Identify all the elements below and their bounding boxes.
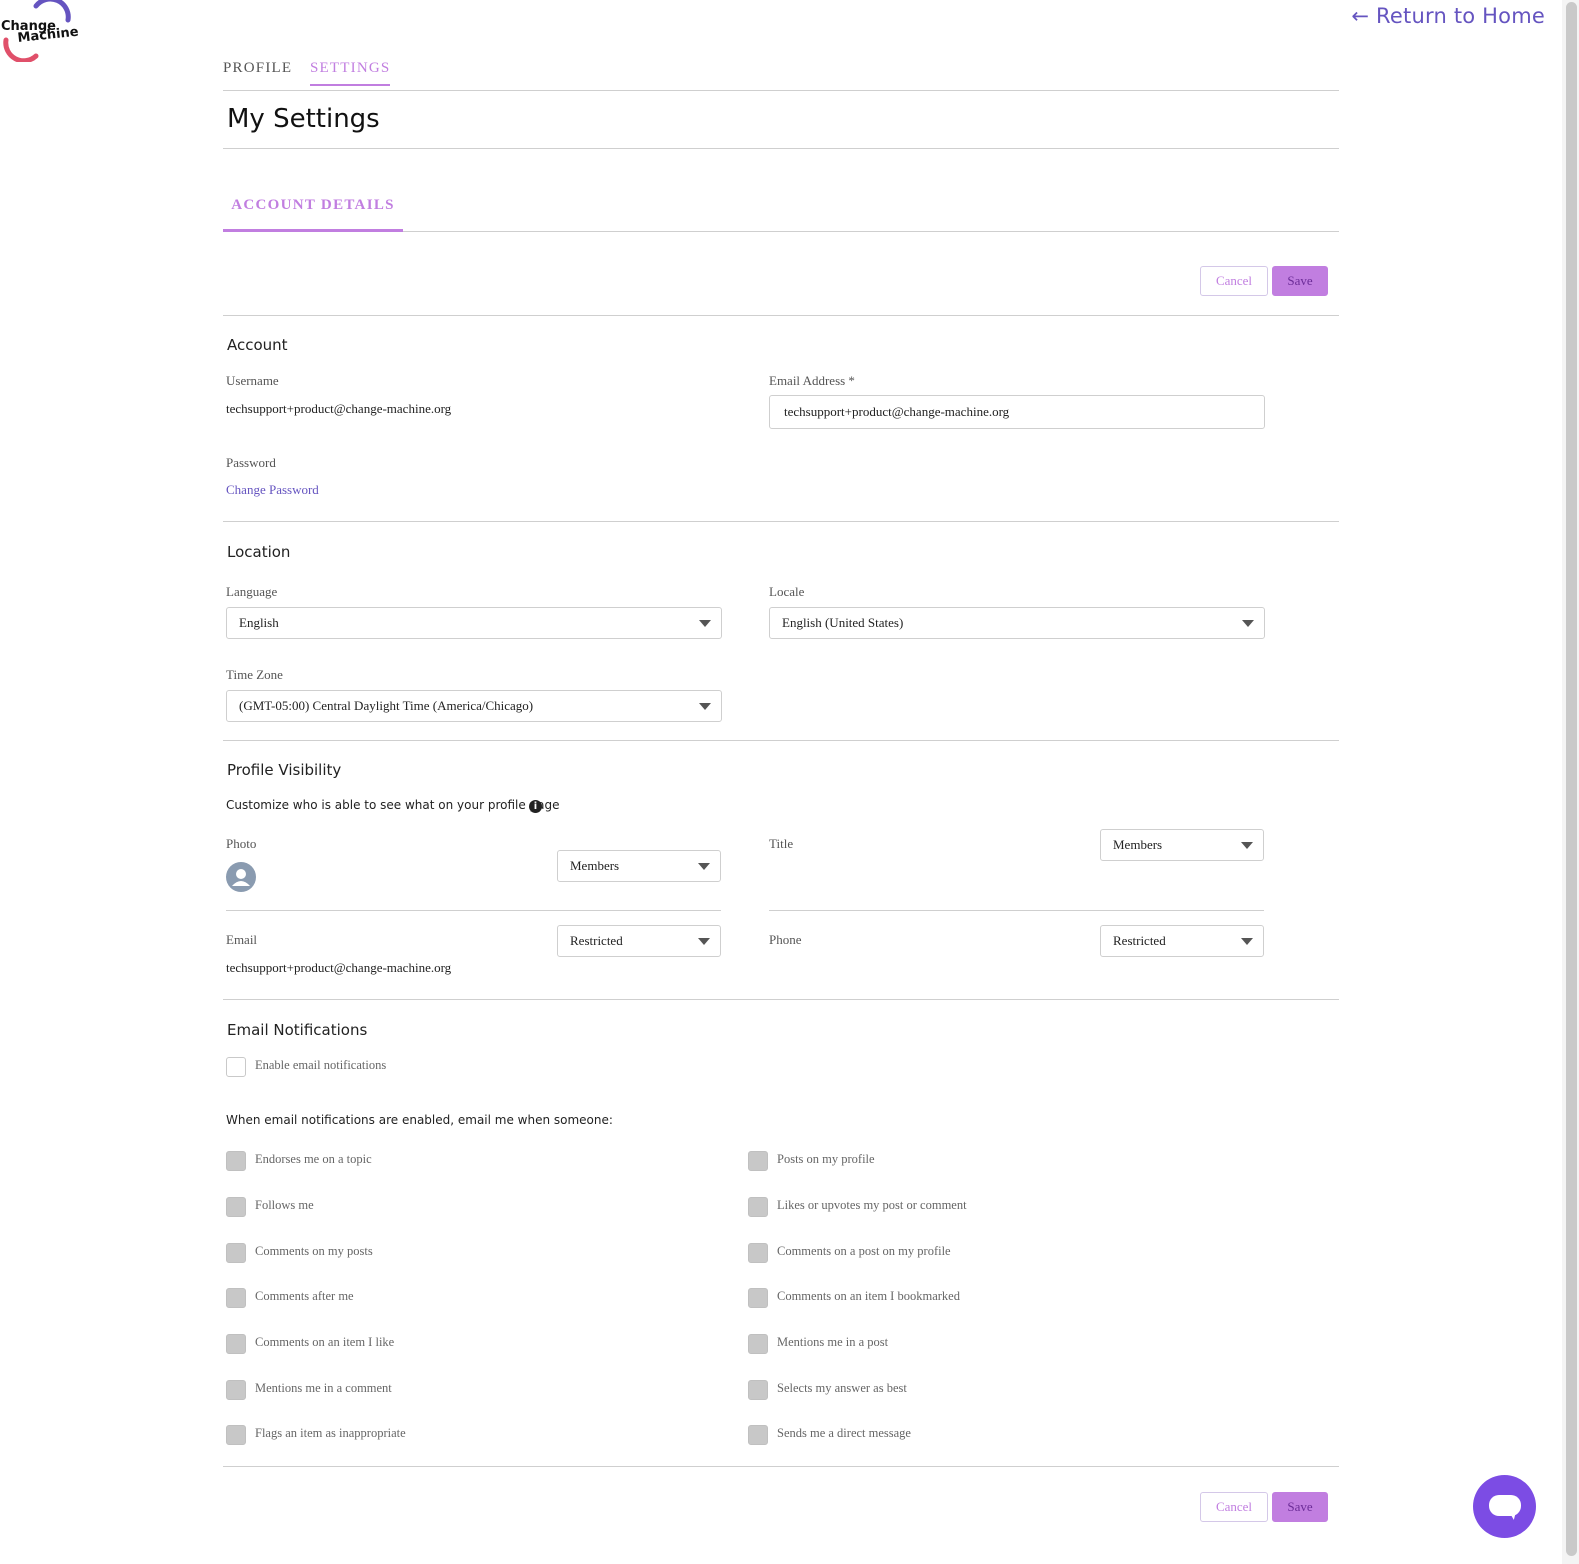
notify-label: Comments on my posts bbox=[255, 1244, 373, 1258]
divider bbox=[223, 999, 1339, 1000]
email-visibility-text: techsupport+product@change-machine.org bbox=[226, 960, 452, 975]
language-label: Language bbox=[226, 584, 278, 599]
notify-checkbox[interactable] bbox=[748, 1288, 768, 1308]
notify-label: Mentions me in a post bbox=[777, 1335, 889, 1349]
username-label: Username bbox=[226, 373, 279, 388]
notify-label: Comments after me bbox=[255, 1289, 354, 1303]
notify-label: Mentions me in a comment bbox=[255, 1381, 392, 1395]
notify-checkbox[interactable] bbox=[226, 1425, 246, 1445]
tab-profile[interactable]: PROFILE bbox=[223, 60, 292, 84]
enable-email-notifications-label[interactable]: Enable email notifications bbox=[255, 1058, 386, 1073]
notify-checkbox[interactable] bbox=[226, 1243, 246, 1263]
divider bbox=[223, 315, 1339, 316]
divider bbox=[226, 910, 721, 911]
locale-select[interactable]: English (United States) bbox=[769, 607, 1265, 639]
notify-label: Comments on an item I bookmarked bbox=[777, 1289, 960, 1303]
notify-label: Posts on my profile bbox=[777, 1152, 875, 1166]
chevron-down-icon bbox=[698, 938, 710, 945]
photo-visibility-value: Members bbox=[570, 858, 620, 873]
divider bbox=[223, 148, 1339, 149]
notify-label: Endorses me on a topic bbox=[255, 1152, 372, 1166]
email-visibility-label: Email bbox=[226, 932, 258, 947]
info-icon[interactable]: i bbox=[529, 800, 542, 813]
change-machine-logo[interactable]: Change Machine bbox=[0, 0, 82, 62]
visibility-description: Customize who is able to see what on you… bbox=[226, 798, 560, 812]
section-title-account: Account bbox=[227, 336, 288, 354]
notify-label: Comments on an item I like bbox=[255, 1335, 395, 1349]
notify-checkbox[interactable] bbox=[748, 1380, 768, 1400]
notifications-intro: When email notifications are enabled, em… bbox=[226, 1113, 613, 1127]
photo-label: Photo bbox=[226, 836, 257, 851]
photo-visibility-select[interactable]: Members bbox=[557, 850, 721, 882]
settings-subtabs: ACCOUNT DETAILS bbox=[223, 188, 1339, 232]
email-address-input[interactable]: techsupport+product@change-machine.org bbox=[769, 395, 1265, 429]
notify-label: Likes or upvotes my post or comment bbox=[777, 1198, 967, 1212]
divider bbox=[223, 740, 1339, 741]
notify-label: Follows me bbox=[255, 1198, 314, 1212]
cancel-button-top[interactable]: Cancel bbox=[1200, 266, 1268, 296]
section-title-location: Location bbox=[227, 543, 291, 561]
title-label: Title bbox=[769, 836, 794, 851]
notify-checkbox[interactable] bbox=[748, 1243, 768, 1263]
email-visibility-value: Restricted bbox=[570, 933, 623, 948]
locale-label: Locale bbox=[769, 584, 805, 599]
chat-icon bbox=[1489, 1495, 1521, 1516]
email-address-label: Email Address * bbox=[769, 373, 855, 388]
username-value: techsupport+product@change-machine.org bbox=[226, 401, 452, 416]
notify-checkbox[interactable] bbox=[748, 1151, 768, 1171]
chevron-down-icon bbox=[699, 620, 711, 627]
notify-checkbox[interactable] bbox=[748, 1197, 768, 1217]
timezone-select[interactable]: (GMT-05:00) Central Daylight Time (Ameri… bbox=[226, 690, 722, 722]
chevron-down-icon bbox=[1241, 842, 1253, 849]
scrollbar[interactable] bbox=[1562, 0, 1579, 1564]
password-label: Password bbox=[226, 455, 276, 470]
chevron-down-icon bbox=[699, 703, 711, 710]
divider bbox=[223, 521, 1339, 522]
profile-tabs: PROFILE SETTINGS bbox=[223, 56, 1339, 91]
notify-checkbox[interactable] bbox=[226, 1197, 246, 1217]
phone-visibility-value: Restricted bbox=[1113, 933, 1166, 948]
chat-icon-tail bbox=[1506, 1510, 1516, 1520]
locale-value: English (United States) bbox=[782, 615, 904, 630]
language-value: English bbox=[239, 615, 279, 630]
timezone-label: Time Zone bbox=[226, 667, 283, 682]
return-to-home-link[interactable]: ← Return to Home bbox=[1351, 4, 1545, 28]
notify-checkbox[interactable] bbox=[226, 1151, 246, 1171]
phone-visibility-select[interactable]: Restricted bbox=[1100, 925, 1264, 957]
tab-settings[interactable]: SETTINGS bbox=[310, 60, 391, 86]
avatar bbox=[226, 862, 256, 892]
email-visibility-select[interactable]: Restricted bbox=[557, 925, 721, 957]
notify-label: Selects my answer as best bbox=[777, 1381, 907, 1395]
page-title: My Settings bbox=[227, 104, 380, 134]
save-button-top[interactable]: Save bbox=[1272, 266, 1328, 296]
timezone-value: (GMT-05:00) Central Daylight Time (Ameri… bbox=[239, 698, 534, 713]
chat-launcher-button[interactable] bbox=[1473, 1475, 1536, 1538]
chevron-down-icon bbox=[698, 863, 710, 870]
section-title-profile-visibility: Profile Visibility bbox=[227, 761, 342, 779]
section-title-email-notifications: Email Notifications bbox=[227, 1021, 368, 1039]
notify-label: Comments on a post on my profile bbox=[777, 1244, 951, 1258]
user-icon bbox=[232, 869, 250, 886]
phone-label: Phone bbox=[769, 932, 802, 947]
title-visibility-select[interactable]: Members bbox=[1100, 829, 1264, 861]
notify-label: Flags an item as inappropriate bbox=[255, 1426, 406, 1440]
divider bbox=[223, 1466, 1339, 1467]
tab-account-details[interactable]: ACCOUNT DETAILS bbox=[223, 188, 403, 232]
chevron-down-icon bbox=[1241, 938, 1253, 945]
title-visibility-value: Members bbox=[1113, 837, 1163, 852]
enable-email-notifications-checkbox[interactable] bbox=[226, 1057, 246, 1077]
notify-checkbox[interactable] bbox=[226, 1288, 246, 1308]
notify-label: Sends me a direct message bbox=[777, 1426, 911, 1440]
notify-checkbox[interactable] bbox=[748, 1334, 768, 1354]
change-password-link[interactable]: Change Password bbox=[226, 482, 319, 498]
language-select[interactable]: English bbox=[226, 607, 722, 639]
notify-checkbox[interactable] bbox=[226, 1334, 246, 1354]
divider bbox=[769, 910, 1264, 911]
save-button-bottom[interactable]: Save bbox=[1272, 1492, 1328, 1522]
notify-checkbox[interactable] bbox=[226, 1380, 246, 1400]
scrollbar-thumb[interactable] bbox=[1566, 2, 1577, 1556]
cancel-button-bottom[interactable]: Cancel bbox=[1200, 1492, 1268, 1522]
notify-checkbox[interactable] bbox=[748, 1425, 768, 1445]
chevron-down-icon bbox=[1242, 620, 1254, 627]
